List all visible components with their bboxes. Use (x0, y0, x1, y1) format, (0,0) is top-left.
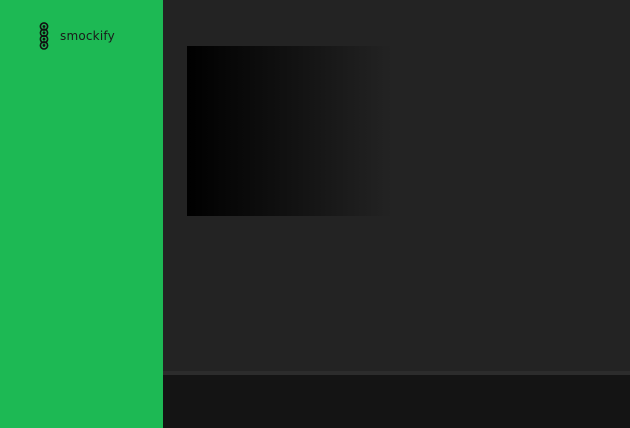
smockify-logo-icon (39, 22, 49, 50)
brand-logo[interactable]: smockify (37, 22, 115, 50)
app-window: smockify (0, 0, 630, 428)
hero-artwork (187, 46, 392, 216)
player-bar (163, 375, 630, 428)
sidebar: smockify (0, 0, 163, 428)
main-content (163, 0, 630, 371)
brand-name: smockify (60, 29, 115, 43)
